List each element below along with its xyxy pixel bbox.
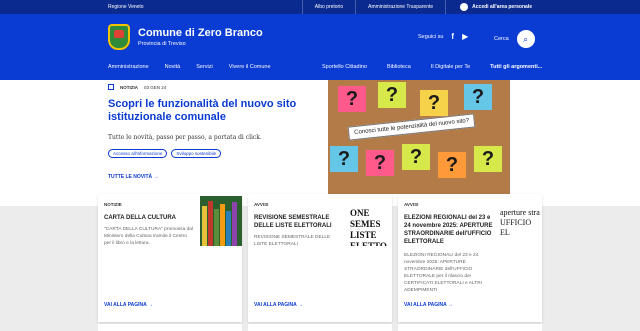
hero-image: ? ? ? ? ? ? ? ? ? Conosci tutte le poten… [328, 80, 510, 194]
amministrazione-trasparente-link[interactable]: Amministrazione Trasparente [355, 0, 445, 14]
municipal-crest-logo[interactable] [108, 24, 130, 50]
card-link-label: VAI ALLA PAGINA [404, 302, 447, 308]
sticky-note: ? [330, 146, 358, 172]
sticky-note: ? [402, 144, 430, 170]
nav-novita[interactable]: Novità [165, 64, 181, 70]
card-category: AVVISI [404, 202, 419, 207]
all-news-link[interactable]: TUTTE LE NOVITÀ → [108, 174, 318, 180]
facebook-icon[interactable]: f [451, 32, 454, 41]
chip-accesso-informazione[interactable]: Accesso all'informazione [108, 149, 168, 158]
news-card[interactable]: AVVISI ELEZIONI REGIONALI del 23 e 24 no… [398, 194, 542, 322]
calendar-icon [108, 84, 114, 90]
nav-amministrazione[interactable]: Amministrazione [108, 64, 149, 70]
site-title[interactable]: Comune di Zero Branco [138, 27, 263, 39]
login-button[interactable]: Accedi all'area personale [445, 0, 532, 14]
nav-vivere-il-comune[interactable]: Vivere il Comune [229, 64, 271, 70]
card-row-2 [248, 324, 392, 331]
card-row-2 [398, 324, 542, 331]
main-nav: Amministrazione Novità Servizi Vivere il… [0, 60, 640, 74]
card-category: AVVISI [254, 202, 269, 207]
card-link-label: VAI ALLA PAGINA [254, 302, 297, 308]
social-follow: Seguici su f ▶ [418, 32, 468, 41]
news-card[interactable]: AVVISI REVISIONE SEMESTRALE DELLE LISTE … [248, 194, 392, 322]
search-label: Cerca [494, 36, 509, 42]
sticky-note: ? [366, 150, 394, 176]
news-card[interactable]: NOTIZIE CARTA DELLA CULTURA "CARTA DELLA… [98, 194, 242, 322]
arrow-right-icon: → [297, 302, 303, 308]
card-link[interactable]: VAI ALLA PAGINA → [254, 302, 303, 308]
arrow-right-icon: → [447, 302, 453, 308]
sticky-note: ? [338, 86, 366, 112]
region-link[interactable]: Regione Veneto [108, 4, 302, 10]
card-description: ELEZIONI REGIONALI del 23 e 24 novembre … [404, 253, 483, 293]
nav-biblioteca[interactable]: Biblioteca [387, 64, 411, 70]
hero-date: 03 GEN 24 [144, 84, 167, 90]
top-bar: Regione Veneto Albo pretorio Amministraz… [0, 0, 640, 14]
card-link-label: VAI ALLA PAGINA [104, 302, 147, 308]
hero-description: Tutte le novità, passo per passo, a port… [108, 134, 262, 141]
site-header: Comune di Zero Branco Provincia di Trevi… [0, 14, 640, 60]
sticky-note: ? [378, 82, 406, 108]
sticky-note: ? [420, 90, 448, 116]
arrow-right-icon: → [153, 174, 159, 180]
card-thumbnail: aperture stra UFFICIO EL [500, 196, 542, 246]
hero-section: NOTIZIA 03 GEN 24 Scopri le funzionalità… [0, 80, 640, 194]
card-link[interactable]: VAI ALLA PAGINA → [104, 302, 153, 308]
search-area: Cerca ⌕ [494, 30, 535, 48]
card-description: REVISIONE SEMESTRALE DELLE LISTE ELETTOR… [254, 235, 331, 247]
hero-category: NOTIZIA [120, 84, 138, 90]
card-title[interactable]: CARTA DELLA CULTURA [104, 214, 194, 222]
hero-title[interactable]: Scopri le funzionalità del nuovo sito is… [108, 98, 318, 124]
youtube-icon[interactable]: ▶ [462, 32, 468, 41]
albo-pretorio-link[interactable]: Albo pretorio [301, 0, 355, 14]
site-subtitle: Provincia di Treviso [138, 41, 186, 47]
card-category: NOTIZIE [104, 202, 122, 207]
card-description: "CARTA DELLA CULTURA" promossa dal Minis… [104, 227, 193, 246]
hero-banner-text: Conosci tutte le potenzialità del nuovo … [347, 113, 476, 141]
card-thumbnail [200, 196, 242, 246]
card-title[interactable]: REVISIONE SEMESTRALE DELLE LISTE ELETTOR… [254, 214, 344, 230]
card-thumbnail: ONE SEMES LISTE ELETTO [350, 196, 392, 246]
follow-label: Seguici su [418, 33, 444, 40]
sticky-note: ? [464, 84, 492, 110]
sticky-note: ? [474, 146, 502, 172]
nav-digitale-per-te[interactable]: Il Digitale per Te [431, 64, 470, 70]
search-icon[interactable]: ⌕ [516, 30, 535, 48]
arrow-right-icon: → [147, 302, 153, 308]
card-title[interactable]: ELEZIONI REGIONALI del 23 e 24 novembre … [404, 214, 496, 246]
card-link[interactable]: VAI ALLA PAGINA → [404, 302, 453, 308]
nav-sportello-cittadino[interactable]: Sportello Cittadino [322, 64, 367, 70]
user-icon [460, 3, 469, 11]
nav-tutti-gli-argomenti[interactable]: Tutti gli argomenti... [490, 64, 542, 70]
login-label: Accedi all'area personale [472, 4, 532, 10]
card-row-2 [98, 324, 242, 331]
all-news-label: TUTTE LE NOVITÀ [108, 174, 153, 180]
pencils-image [200, 196, 242, 246]
nav-servizi[interactable]: Servizi [196, 64, 213, 70]
chip-sviluppo-sostenibile[interactable]: Sviluppo sostenibile [171, 149, 222, 158]
sticky-note: ? [438, 152, 466, 178]
